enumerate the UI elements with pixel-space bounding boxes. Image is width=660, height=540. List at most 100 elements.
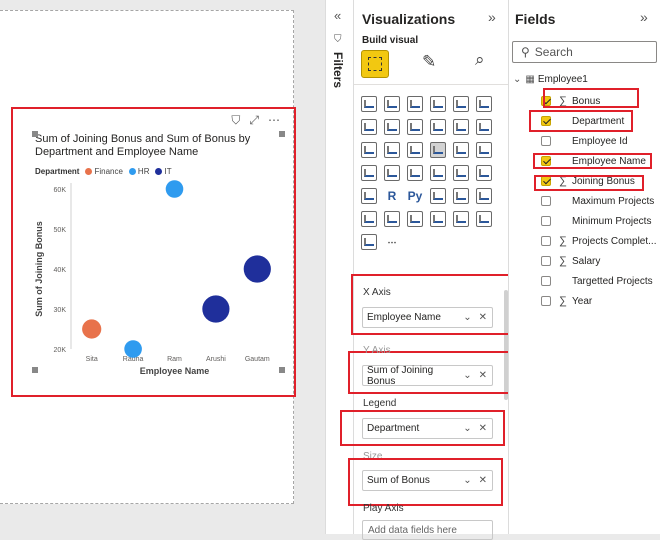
build-visual-tab[interactable] [361,50,389,78]
visual-type-icon[interactable] [476,142,492,158]
visual-type-icon[interactable] [476,96,492,112]
visual-type-icon[interactable] [407,119,423,135]
y-tick-label: 60K [54,187,67,194]
chevron-down-icon: ⌄ [463,370,472,381]
resize-handle[interactable] [279,131,285,137]
legend-well[interactable]: Department ⌄ ✕ [362,418,493,439]
field-item[interactable]: Maximum Projects [541,191,659,211]
collapse-right-icon[interactable]: » [640,9,648,25]
visual-type-icon[interactable] [384,119,400,135]
legend-item-finance[interactable]: Finance [85,167,123,176]
visual-type-icon[interactable] [430,142,446,158]
visual-type-icon[interactable] [361,96,377,112]
visual-type-icon[interactable] [476,188,492,204]
visual-type-icon[interactable] [384,96,400,112]
visual-type-icon[interactable] [361,188,377,204]
focus-mode-icon[interactable]: ⤢ [249,113,259,128]
y-axis-well[interactable]: Sum of Joining Bonus ⌄ ✕ [362,365,493,387]
field-checkbox[interactable] [541,276,551,286]
data-point[interactable] [243,255,271,283]
visual-type-icon[interactable]: ⋯ [384,234,400,250]
field-item[interactable]: ∑ Year [541,291,659,311]
legend-title: Department [35,167,80,176]
resize-handle[interactable] [32,131,38,137]
visual-type-icon[interactable] [430,188,446,204]
visual-type-icon[interactable] [361,142,377,158]
visual-type-icon[interactable] [407,96,423,112]
field-checkbox[interactable] [541,196,551,206]
data-point[interactable] [202,295,230,323]
table-employee1[interactable]: ⌄ ▦ Employee1 [513,74,588,85]
field-label: Maximum Projects [572,195,655,207]
visual-type-icon[interactable] [430,211,446,227]
collapse-right-icon[interactable]: » [488,9,496,25]
format-visual-icon[interactable]: ✎ [422,52,436,72]
chevron-down-icon: ⌄ [513,74,522,85]
visual-type-icon[interactable] [361,165,377,181]
resize-handle[interactable] [279,367,285,373]
size-well[interactable]: Sum of Bonus ⌄ ✕ [362,470,493,491]
visual-type-icon[interactable] [407,211,423,227]
chart-title: Sum of Joining Bonus and Sum of Bonus by… [35,133,251,158]
fields-pane: Fields » ⚲ Search ⌄ ▦ Employee1 ∑ Bonus De… [508,0,660,534]
visual-type-icon[interactable]: R [384,188,400,204]
visual-type-icon[interactable] [407,142,423,158]
visual-type-icon[interactable] [453,96,469,112]
visual-type-icon[interactable] [453,188,469,204]
visual-type-icon[interactable] [384,165,400,181]
visual-type-icon[interactable] [430,165,446,181]
field-checkbox[interactable] [541,216,551,226]
field-item[interactable]: Employee Id [541,131,659,151]
data-point[interactable] [124,340,142,358]
visual-type-icon[interactable] [384,211,400,227]
visual-type-icon[interactable] [476,119,492,135]
field-checkbox[interactable] [541,256,551,266]
field-item[interactable]: ∑ Projects Complet... [541,231,659,251]
field-item[interactable]: ∑ Salary [541,251,659,271]
field-checkbox[interactable] [541,136,551,146]
scatter-plot: 60K50K40K30K20KSita Radha Ram Arushi GautamE… [34,180,271,376]
build-visual-label: Build visual [362,35,419,46]
visual-type-icon[interactable] [476,211,492,227]
visual-type-icon[interactable] [430,119,446,135]
visual-type-icon[interactable] [453,119,469,135]
visual-type-icon[interactable] [407,165,423,181]
field-item[interactable]: Targetted Projects [541,271,659,291]
play-axis-well[interactable]: Add data fields here [362,520,493,540]
visual-type-icon[interactable] [453,211,469,227]
scatter-visual[interactable]: ⛉ ⤢ ⋯ Sum of Joining Bonus and Sum of Bo… [11,107,296,397]
legend-item-it[interactable]: IT [155,167,172,176]
visual-type-icon[interactable] [476,165,492,181]
x-tick-label: Arushi [206,356,226,363]
data-point[interactable] [82,319,102,339]
field-item[interactable]: Minimum Projects [541,211,659,231]
visual-type-icon[interactable] [361,119,377,135]
data-point[interactable] [165,180,184,198]
field-checkbox[interactable] [541,236,551,246]
more-options-icon[interactable]: ⋯ [268,113,280,128]
field-label: Projects Complet... [572,235,657,247]
y-axis-title: Sum of Joining Bonus [34,221,44,317]
search-input[interactable]: ⚲ Search [512,41,657,63]
filter-icon[interactable]: ⛉ [231,113,240,128]
visual-type-icon[interactable] [430,96,446,112]
visual-type-icon[interactable] [453,165,469,181]
visual-type-icon[interactable] [384,142,400,158]
analytics-icon[interactable]: ⌕ [475,50,485,70]
field-checkbox[interactable] [541,296,551,306]
visual-type-icon[interactable] [361,234,377,250]
visualizations-title: Visualizations [362,11,456,27]
visual-type-icon[interactable] [453,142,469,158]
resize-handle[interactable] [32,367,38,373]
visualizations-pane: Visualizations » Build visual ✎ ⌕ R Py ⋯ X… [340,0,532,540]
search-icon: ⚲ [521,45,530,59]
x-axis-well[interactable]: Employee Name ⌄ ✕ [362,307,493,328]
visual-type-icon[interactable] [361,211,377,227]
filters-pane-collapsed[interactable]: « ⛉ Filters [325,0,353,534]
legend-item-hr[interactable]: HR [128,167,149,176]
remove-icon: ✕ [478,475,487,486]
visual-header: ⛉ ⤢ ⋯ [231,113,280,128]
sigma-icon: ∑ [559,255,567,267]
visual-type-icon[interactable]: Py [407,188,423,204]
collapse-left-icon[interactable]: « [334,8,341,23]
